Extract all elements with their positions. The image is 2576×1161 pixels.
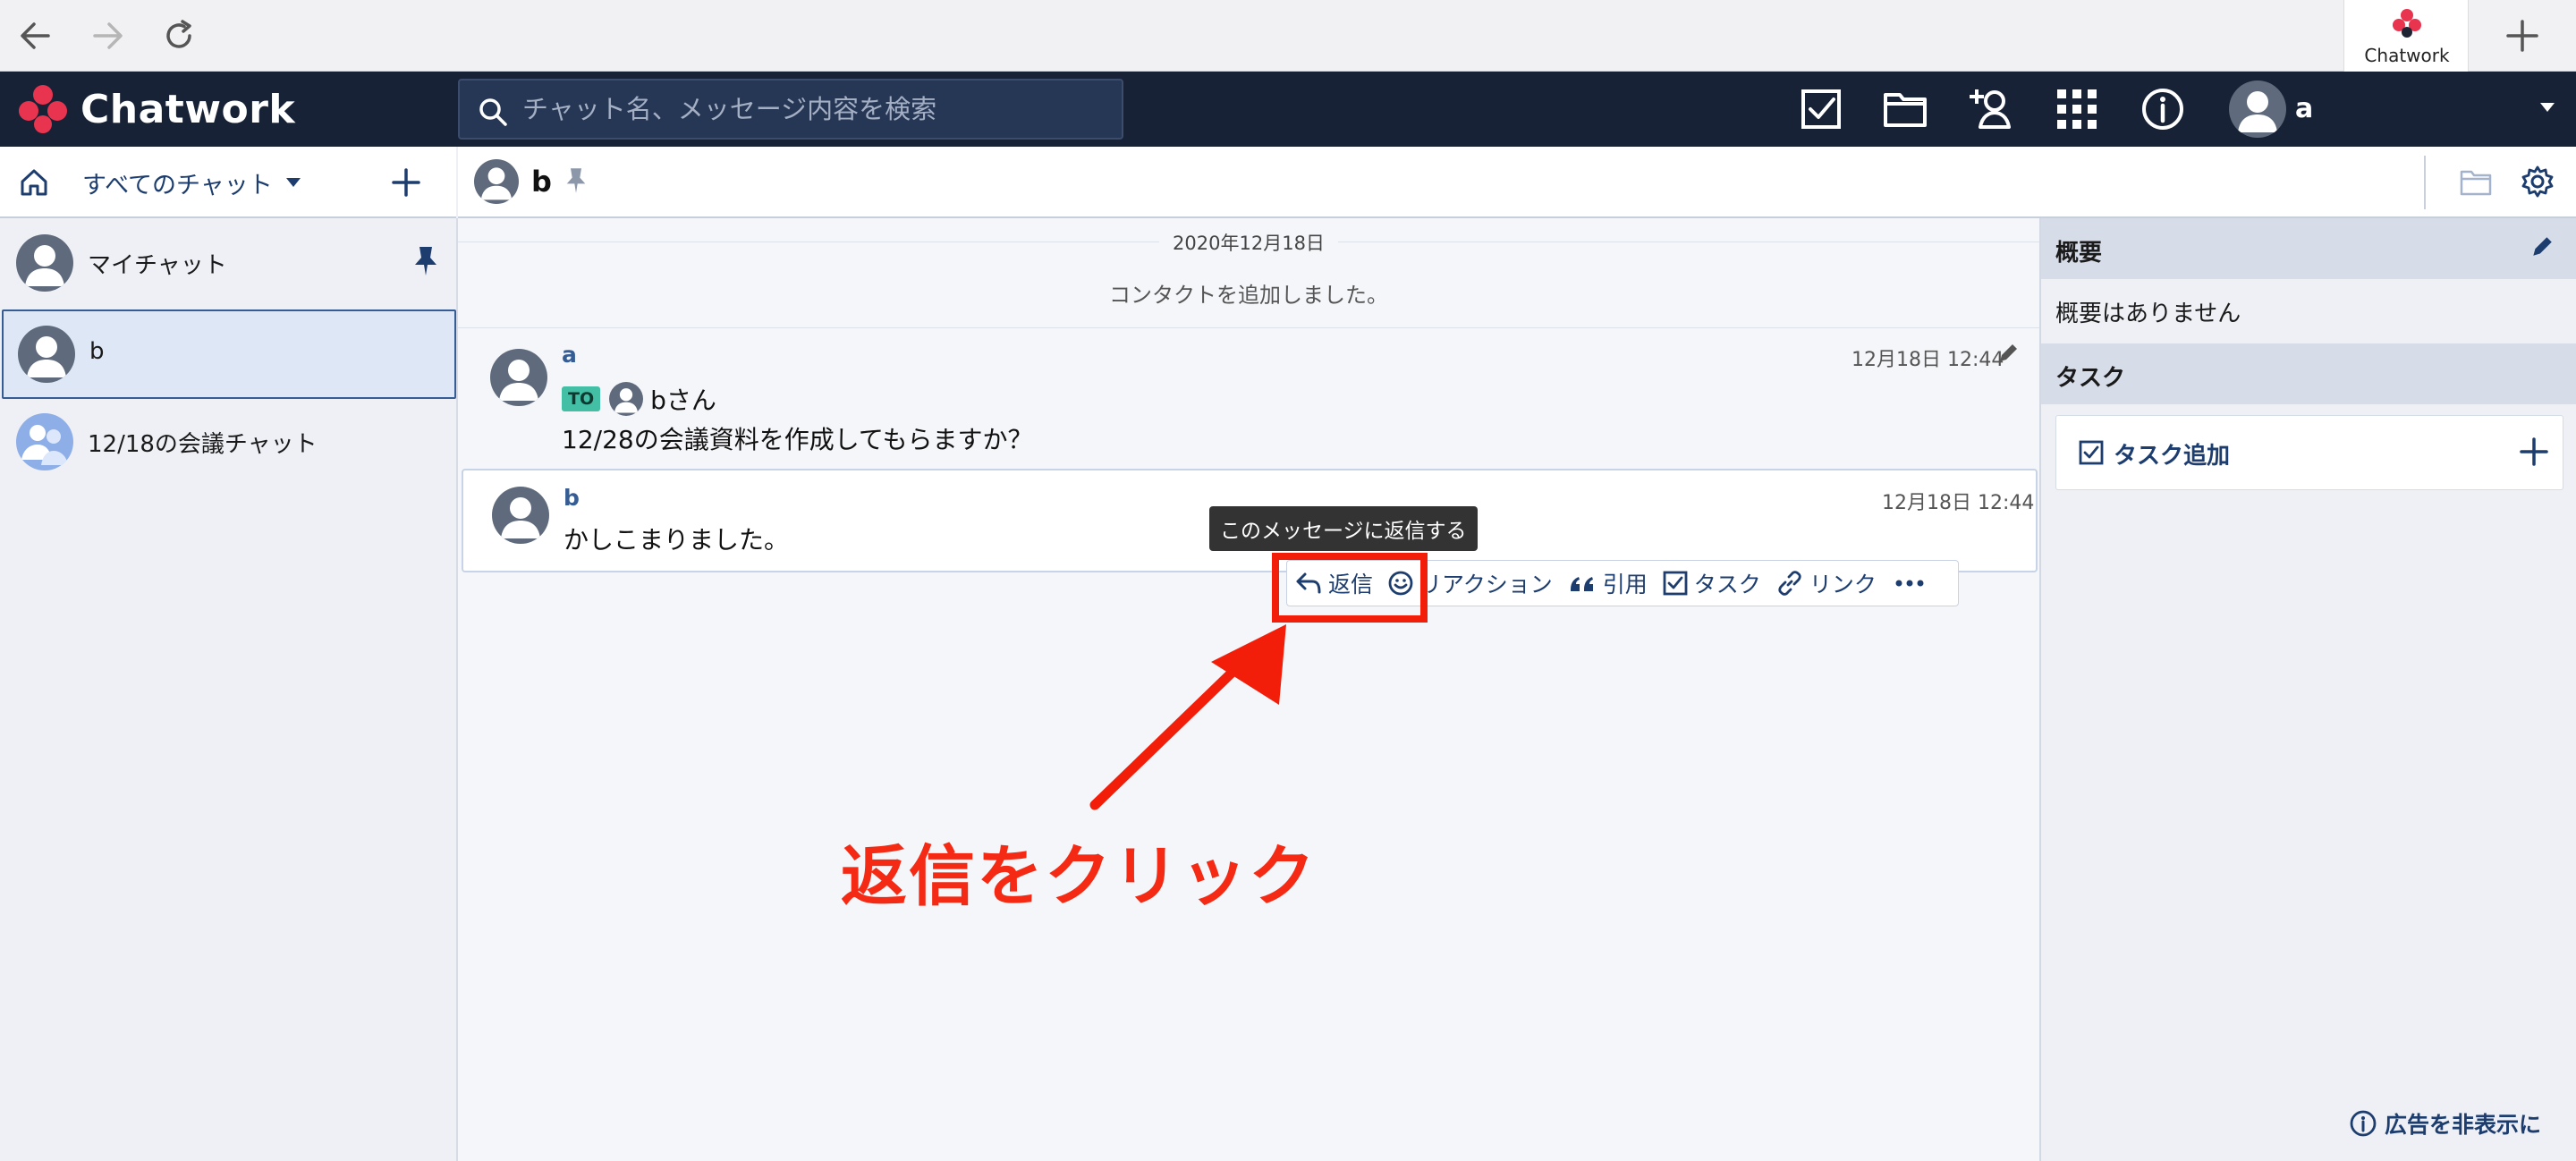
new-tab-icon[interactable]: [2504, 18, 2540, 54]
chat-list-header: すべてのチャット: [0, 147, 456, 218]
chat-item-meeting[interactable]: 12/18の会議チャット: [0, 397, 456, 487]
search-box[interactable]: [458, 79, 1123, 140]
plus-icon: [2518, 436, 2550, 471]
tab-label: Chatwork: [2364, 45, 2450, 66]
forward-arrow-icon[interactable]: [88, 16, 127, 55]
plus-icon: [392, 168, 420, 197]
room-info-panel: 概要 概要はありません タスク タスク追加: [2039, 218, 2576, 1161]
chat-filter-label: すべてのチャット: [82, 171, 273, 199]
avatar[interactable]: [492, 487, 549, 544]
link-button[interactable]: リンク: [1768, 561, 1884, 606]
message-timestamp: 12月18日 12:44: [1852, 349, 2004, 371]
search-icon: [479, 98, 507, 126]
hide-ads-label: 広告を非表示に: [2385, 1112, 2542, 1138]
to-line: TO bさん: [562, 381, 716, 417]
quote-label: 引用: [1602, 572, 1648, 597]
task-header: タスク: [2041, 343, 2576, 404]
message-sender[interactable]: b: [564, 485, 580, 511]
system-message: コンタクトを追加しました。: [1109, 283, 1388, 308]
avatar: [609, 382, 644, 416]
annotation-text: 返信をクリック: [841, 838, 1317, 915]
pin-icon[interactable]: [413, 245, 438, 281]
group-avatar-icon: [16, 413, 73, 470]
edit-icon[interactable]: [1996, 342, 2020, 369]
user-avatar[interactable]: [2229, 81, 2286, 138]
chat-item-my-chat[interactable]: マイチャット: [0, 218, 456, 308]
date-separator: 2020年12月18日: [1173, 233, 1325, 254]
search-input[interactable]: [522, 81, 1113, 138]
chat-item-b[interactable]: b: [2, 309, 456, 399]
to-badge: TO: [562, 386, 601, 411]
to-name: bさん: [650, 386, 716, 415]
reaction-label: リアクション: [1419, 572, 1553, 597]
avatar[interactable]: [474, 159, 519, 204]
more-options-icon[interactable]: [1884, 561, 1941, 606]
pin-icon[interactable]: [565, 166, 587, 199]
chat-name: b: [89, 338, 105, 365]
message-text: かしこまりました。: [564, 525, 790, 555]
add-task-label: タスク追加: [2114, 443, 2231, 470]
chatwork-logo-icon: [19, 85, 67, 133]
task-title: タスク: [2055, 365, 2126, 392]
info-icon: [2350, 1110, 2377, 1137]
divider: [2424, 156, 2426, 209]
chatwork-logo-icon: [2393, 9, 2421, 38]
summary-title: 概要: [2055, 240, 2103, 267]
home-icon[interactable]: [18, 166, 50, 202]
summary-header: 概要: [2041, 218, 2576, 279]
hide-ads-link[interactable]: 広告を非表示に: [2349, 1107, 2541, 1140]
folder-icon[interactable]: [2460, 168, 2492, 200]
avatar: [16, 234, 73, 292]
room-header: b: [458, 147, 2576, 218]
page: Chatwork Chatwork チャット名、メッセージ内容を検索 a すべて…: [0, 0, 2576, 1161]
app-header: Chatwork a: [0, 72, 2576, 147]
task-button[interactable]: タスク: [1655, 561, 1768, 606]
file-icon[interactable]: [1882, 86, 1928, 132]
edit-icon[interactable]: [2529, 234, 2555, 263]
link-icon: [1778, 571, 1801, 596]
chat-list: マイチャット b 12/18の会議チャット: [0, 218, 458, 1161]
checkbox-icon: [1663, 571, 1688, 596]
browser-toolbar: Chatwork: [0, 0, 2576, 72]
avatar[interactable]: [490, 349, 547, 406]
chat-name: マイチャット: [88, 252, 227, 279]
reload-icon[interactable]: [159, 16, 199, 55]
tooltip-arrow: [1363, 542, 1381, 551]
apps-icon[interactable]: [2054, 86, 2100, 132]
caret-down-icon: [285, 178, 301, 187]
header-username[interactable]: a: [2295, 93, 2313, 124]
brand-logo[interactable]: Chatwork: [16, 84, 295, 134]
annotation-arrow: [1073, 617, 1306, 826]
room-title: b: [531, 165, 552, 199]
checkbox-icon: [2078, 439, 2105, 470]
task-icon[interactable]: [1798, 86, 1844, 132]
chat-filter-dropdown[interactable]: すべてのチャット: [82, 166, 301, 199]
gear-icon[interactable]: [2521, 165, 2555, 202]
annotation-highlight-box: [1272, 553, 1428, 623]
message-timestamp: 12月18日 12:44: [1882, 492, 2035, 514]
link-label: リンク: [1809, 572, 1877, 597]
chat-name: 12/18の会議チャット: [88, 431, 318, 458]
add-chat-button[interactable]: [388, 165, 424, 200]
quote-button[interactable]: 引用: [1560, 561, 1655, 606]
add-task-button[interactable]: タスク追加: [2055, 415, 2563, 490]
message-sender[interactable]: a: [562, 342, 577, 368]
reply-tooltip: このメッセージに返信する: [1209, 506, 1478, 551]
back-arrow-icon[interactable]: [16, 16, 55, 55]
message-a[interactable]: a 12月18日 12:44 TO bさん 12/28の会議資料を作成してもらま…: [458, 327, 2034, 467]
chevron-down-icon[interactable]: [2538, 100, 2556, 118]
add-contact-icon[interactable]: [1968, 86, 2014, 132]
message-text: 12/28の会議資料を作成してもらますか？: [562, 425, 1033, 454]
task-label: タスク: [1693, 572, 1761, 597]
quote-icon: [1570, 577, 1593, 591]
brand-name: Chatwork: [80, 86, 296, 132]
avatar: [18, 326, 75, 383]
info-icon[interactable]: [2140, 86, 2186, 132]
browser-tab[interactable]: Chatwork: [2343, 0, 2469, 72]
summary-text: 概要はありません: [2055, 301, 2241, 327]
